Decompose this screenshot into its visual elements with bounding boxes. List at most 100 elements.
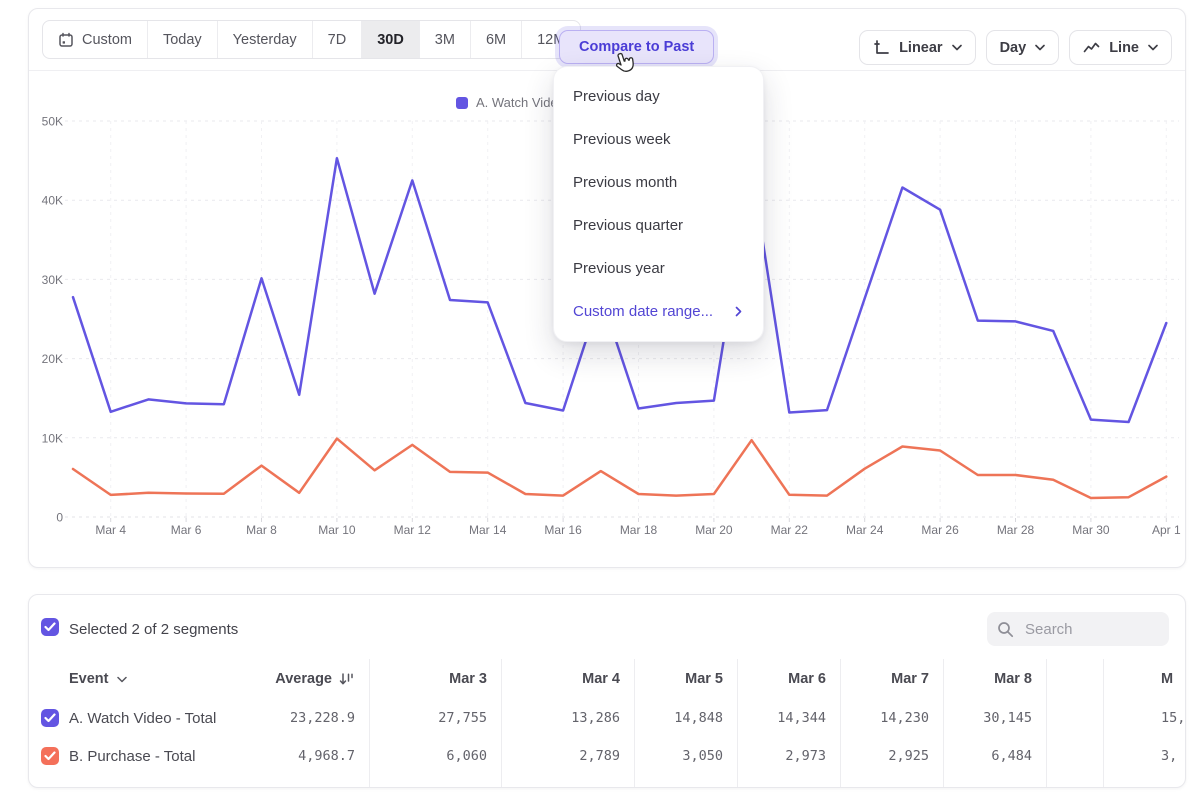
table-row[interactable]: B. Purchase - Total 4,968.76,0602,7893,05… [29, 737, 1186, 775]
legend-label: A. Watch Vide [476, 95, 558, 110]
select-all-checkbox[interactable] [41, 618, 59, 636]
segment-checkbox-b-purchase-total[interactable] [41, 747, 59, 765]
table-cell: 2,789 [501, 748, 634, 764]
calendar-icon [58, 32, 74, 48]
column-header-m: M [1046, 671, 1186, 687]
column-header-event[interactable]: Event [29, 671, 241, 687]
column-header-mar-7: Mar 7 [840, 671, 943, 687]
menu-item-previous-week[interactable]: Previous week [554, 118, 763, 161]
legend-swatch [456, 97, 468, 109]
table-row[interactable]: A. Watch Video - Total23,228.927,75513,2… [29, 699, 1186, 737]
range-label: Custom [82, 32, 132, 48]
column-header-mar-5: Mar 5 [634, 671, 737, 687]
svg-text:30K: 30K [42, 273, 63, 287]
table-cell: 27,755 [369, 710, 501, 726]
range-label: Today [163, 32, 202, 48]
svg-text:Mar 6: Mar 6 [171, 523, 202, 537]
svg-text:Mar 8: Mar 8 [246, 523, 277, 537]
column-separator [737, 659, 738, 788]
event-header-label: Event [69, 671, 109, 687]
segment-name: B. Purchase - Total [69, 748, 195, 765]
svg-text:Mar 28: Mar 28 [997, 523, 1035, 537]
svg-text:Mar 16: Mar 16 [544, 523, 582, 537]
range-30d[interactable]: 30D [361, 21, 419, 58]
column-separator [943, 659, 944, 788]
segments-panel: Selected 2 of 2 segments Event Average Mar… [28, 594, 1186, 788]
table-cell: 3,050 [634, 748, 737, 764]
range-label: 30D [377, 32, 404, 48]
search-input[interactable] [1023, 620, 1157, 639]
chart-type-label: Line [1109, 40, 1139, 56]
menu-item-previous-day[interactable]: Previous day [554, 75, 763, 118]
svg-text:20K: 20K [42, 352, 63, 366]
range-label: 7D [328, 32, 347, 48]
range-label: Yesterday [233, 32, 297, 48]
segments-control-row: Selected 2 of 2 segments [29, 595, 1185, 659]
average-header-label: Average [275, 671, 332, 687]
column-header-mar-8: Mar 8 [943, 671, 1046, 687]
table-cell: 23,228.9 [241, 710, 369, 726]
table-cell: 2,973 [737, 748, 840, 764]
column-separator [501, 659, 502, 788]
svg-text:Mar 14: Mar 14 [469, 523, 507, 537]
range-today[interactable]: Today [147, 21, 217, 58]
search-icon [997, 621, 1014, 638]
chevron-down-icon [1148, 44, 1158, 51]
svg-text:0: 0 [56, 511, 63, 525]
svg-text:Apr 1: Apr 1 [1152, 523, 1181, 537]
segment-checkbox-a-watch-video-total[interactable] [41, 709, 59, 727]
axis-icon [873, 39, 890, 56]
svg-text:Mar 10: Mar 10 [318, 523, 356, 537]
svg-text:Mar 12: Mar 12 [394, 523, 432, 537]
legend-item-watch-video[interactable]: A. Watch Vide [456, 95, 558, 110]
granularity-button[interactable]: Day [986, 30, 1060, 65]
range-label: 3M [435, 32, 455, 48]
column-separator [1103, 659, 1104, 788]
search-box[interactable] [987, 612, 1169, 646]
table-cell: 15, [1046, 710, 1186, 726]
svg-text:40K: 40K [42, 194, 63, 208]
menu-item-custom-date-range[interactable]: Custom date range... [554, 290, 763, 333]
scale-button[interactable]: Linear [859, 30, 976, 65]
table-cell: 14,848 [634, 710, 737, 726]
chevron-down-icon [1035, 44, 1045, 51]
column-separator [634, 659, 635, 788]
range-3m[interactable]: 3M [419, 21, 470, 58]
table-cell: 6,060 [369, 748, 501, 764]
svg-text:Mar 26: Mar 26 [921, 523, 959, 537]
table-cell: 14,230 [840, 710, 943, 726]
range-yesterday[interactable]: Yesterday [217, 21, 312, 58]
svg-text:Mar 30: Mar 30 [1072, 523, 1110, 537]
range-7d[interactable]: 7D [312, 21, 362, 58]
chevron-down-icon [952, 44, 962, 51]
granularity-label: Day [1000, 40, 1027, 56]
compare-to-past-label: Compare to Past [579, 39, 694, 55]
menu-item-previous-year[interactable]: Previous year [554, 247, 763, 290]
table-cell: 13,286 [501, 710, 634, 726]
menu-item-previous-month[interactable]: Previous month [554, 161, 763, 204]
column-header-mar-4: Mar 4 [501, 671, 634, 687]
svg-text:Mar 24: Mar 24 [846, 523, 884, 537]
table-cell: 4,968.7 [241, 748, 369, 764]
table-cell: 2,925 [840, 748, 943, 764]
menu-item-previous-quarter[interactable]: Previous quarter [554, 204, 763, 247]
sort-descending-icon [339, 672, 355, 686]
table-header-row: EventAverageMar 3Mar 4Mar 5Mar 6Mar 7Mar… [29, 659, 1186, 699]
table-cell: 6,484 [943, 748, 1046, 764]
column-header-average[interactable]: Average [241, 671, 369, 687]
svg-text:Mar 22: Mar 22 [771, 523, 809, 537]
custom-date-range-label: Custom date range... [573, 303, 713, 320]
table-cell: 14,344 [737, 710, 840, 726]
chart-display-tools: Linear Day Line [859, 30, 1172, 65]
range-custom[interactable]: Custom [43, 21, 147, 58]
range-6m[interactable]: 6M [470, 21, 521, 58]
chart-type-button[interactable]: Line [1069, 30, 1172, 65]
chevron-right-icon [735, 306, 742, 317]
column-separator [369, 659, 370, 788]
scale-label: Linear [899, 40, 943, 56]
table-cell: 3, [1046, 748, 1186, 764]
svg-text:Mar 20: Mar 20 [695, 523, 733, 537]
selected-summary: Selected 2 of 2 segments [69, 621, 238, 638]
column-header-mar-6: Mar 6 [737, 671, 840, 687]
table-cell: 30,145 [943, 710, 1046, 726]
